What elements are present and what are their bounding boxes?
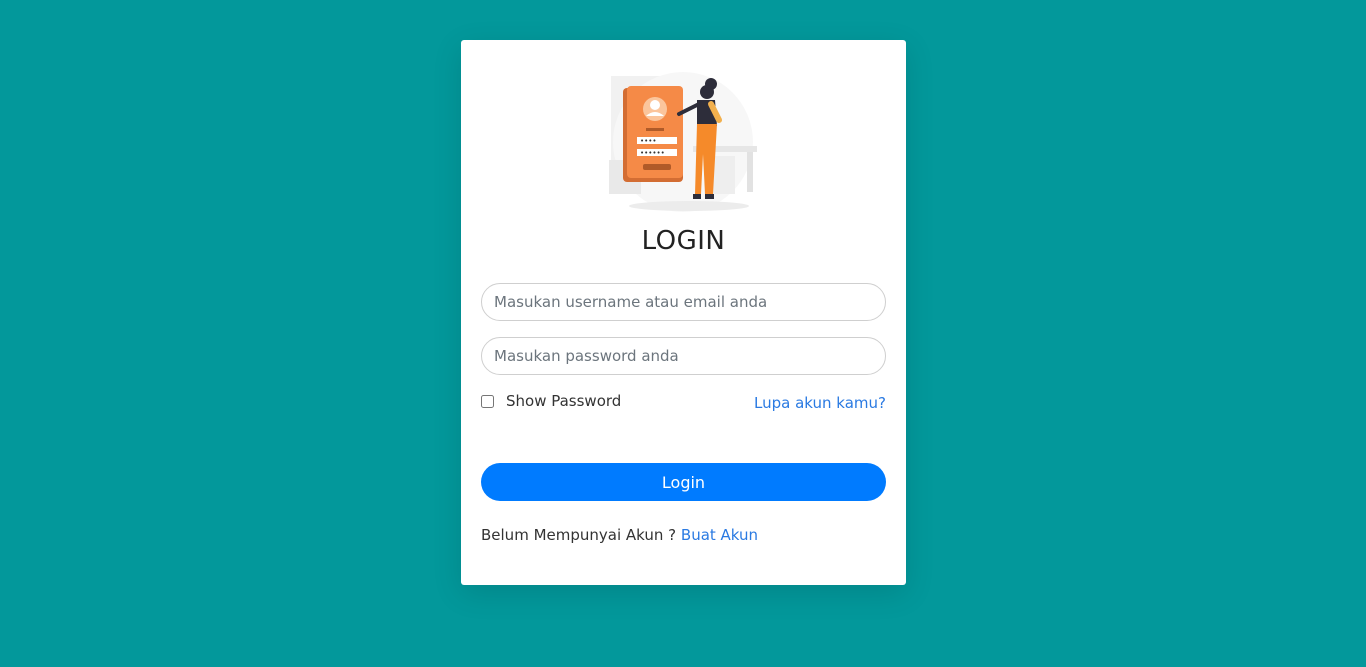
show-password-toggle[interactable]: Show Password	[481, 392, 621, 410]
phone-label-line	[646, 128, 664, 131]
login-illustration: •••• ••••••	[609, 72, 757, 212]
show-password-checkbox[interactable]	[481, 394, 494, 408]
phone-button	[643, 164, 671, 170]
phone-field-2-dots: ••••••	[640, 149, 665, 157]
login-button[interactable]: Login	[481, 463, 886, 501]
username-input[interactable]	[481, 283, 886, 321]
phone-field-1-dots: ••••	[640, 137, 657, 145]
avatar-head	[650, 100, 660, 110]
register-prompt: Belum Mempunyai Akun ? Buat Akun	[481, 526, 758, 544]
login-card: •••• •••••• LOGIN Show Password Lupa aku…	[461, 40, 906, 585]
create-account-link[interactable]: Buat Akun	[681, 526, 758, 544]
show-password-label: Show Password	[506, 392, 622, 410]
forgot-account-link[interactable]: Lupa akun kamu?	[754, 392, 886, 414]
person-shoe-left	[693, 194, 701, 199]
person-head	[700, 85, 714, 99]
person-shoe-right	[705, 194, 714, 199]
login-title: LOGIN	[641, 226, 726, 256]
illustration-leg	[747, 152, 753, 192]
password-input[interactable]	[481, 337, 886, 375]
login-options: Show Password Lupa akun kamu?	[481, 392, 886, 414]
register-prompt-text: Belum Mempunyai Akun ?	[481, 526, 677, 544]
illustration-shadow	[629, 201, 749, 211]
